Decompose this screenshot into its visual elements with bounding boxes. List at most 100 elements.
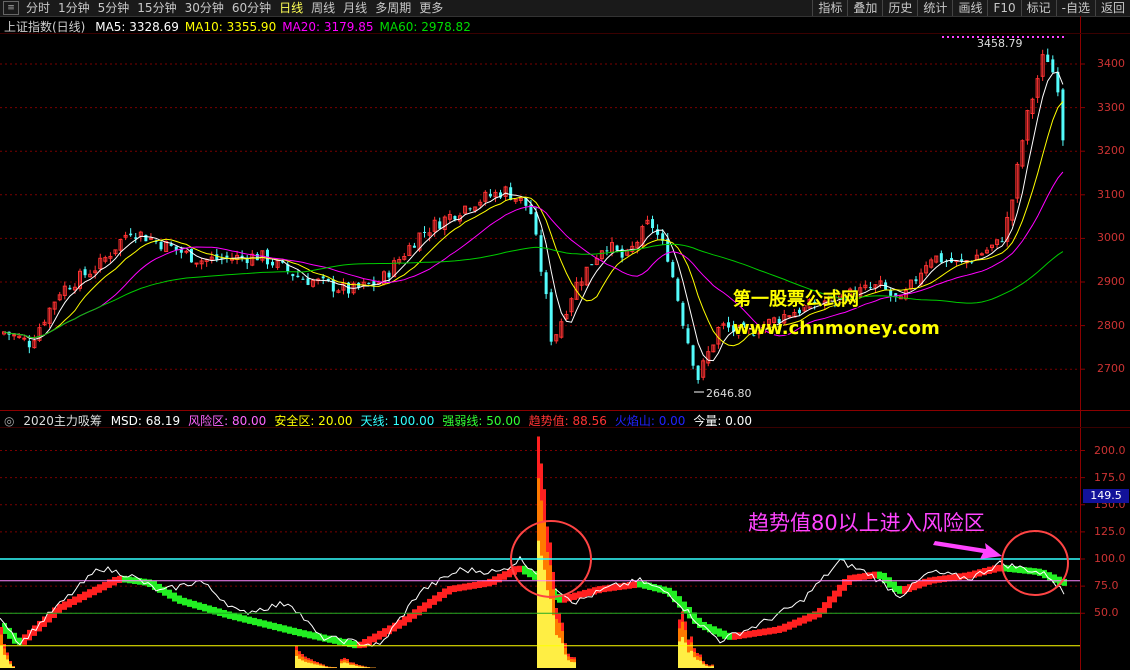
trend-segment <box>197 602 202 610</box>
trend-segment <box>57 603 62 614</box>
candle <box>88 269 93 278</box>
candle <box>83 266 87 278</box>
trend-segment <box>127 576 132 584</box>
candle <box>387 270 391 284</box>
trend-segment <box>422 602 427 612</box>
trend-segment <box>192 600 197 609</box>
trend-segment <box>202 603 207 612</box>
flame-tip <box>355 664 358 665</box>
trend-segment <box>802 615 807 624</box>
trend-segment <box>837 584 842 597</box>
flame-tip <box>690 636 693 643</box>
candle <box>513 198 518 204</box>
trend-segment <box>77 594 82 603</box>
candle <box>1051 55 1055 73</box>
trend-segment <box>402 616 407 626</box>
ind-tick-label: 200.0 <box>1094 443 1126 457</box>
highlight-circle <box>1001 530 1069 596</box>
trend-segment <box>157 583 162 593</box>
trend-segment <box>912 582 917 591</box>
trend-segment <box>297 629 302 637</box>
trend-segment <box>117 575 122 583</box>
trend-segment <box>827 596 832 609</box>
flame-tip <box>711 664 714 666</box>
trend-segment <box>187 599 192 607</box>
candle <box>108 252 113 263</box>
candle <box>645 215 650 225</box>
trend-segment <box>352 641 357 649</box>
candle <box>1005 211 1010 247</box>
candle <box>995 239 1000 249</box>
candle <box>499 189 503 199</box>
candle <box>57 291 62 302</box>
trend-segment <box>772 626 777 634</box>
candle <box>676 277 680 302</box>
candle <box>939 250 943 264</box>
annotation-arrow <box>933 541 1002 559</box>
trend-segment <box>857 573 862 581</box>
chart-canvas[interactable] <box>0 0 1130 670</box>
candle <box>691 344 695 370</box>
trend-segment <box>527 568 532 578</box>
candle <box>382 270 386 286</box>
candle <box>984 247 989 254</box>
trend-segment <box>887 577 892 588</box>
trend-segment <box>262 620 267 628</box>
candle <box>1061 88 1065 146</box>
trend-segment <box>277 624 282 632</box>
candle <box>934 255 939 264</box>
trend-segment <box>652 583 657 592</box>
candle <box>199 257 204 270</box>
trend-segment <box>517 565 522 573</box>
candle <box>423 226 427 238</box>
candle <box>594 254 599 266</box>
trend-segment <box>437 591 442 602</box>
flame-tip <box>307 658 310 661</box>
trend-segment <box>282 625 287 633</box>
trend-segment <box>97 584 102 593</box>
candle <box>554 334 559 344</box>
flame-tip <box>678 619 681 629</box>
trend-segment <box>317 633 322 641</box>
candle <box>727 316 731 332</box>
flame-tip <box>537 436 540 479</box>
candle <box>671 259 675 279</box>
trend-segment <box>967 571 972 579</box>
flame-tip <box>570 657 573 659</box>
flame-tip <box>316 662 319 664</box>
candle <box>412 242 416 248</box>
trend-segment <box>762 628 767 636</box>
trend-segment <box>182 597 187 606</box>
flame-tip <box>702 661 705 663</box>
flame-tip <box>6 652 9 656</box>
trend-segment <box>292 627 297 636</box>
candle <box>42 319 47 327</box>
candle <box>630 241 635 254</box>
candle <box>488 189 492 198</box>
candle <box>240 250 244 262</box>
flame-tip <box>310 659 313 661</box>
candle <box>974 249 979 261</box>
flame-tip <box>549 542 552 566</box>
ind-tick-label: 175.0 <box>1094 470 1126 484</box>
low-price-label: 2646.80 <box>706 387 752 400</box>
candle <box>209 251 214 264</box>
trend-segment <box>332 636 337 644</box>
trend-segment <box>442 588 447 598</box>
candle <box>62 281 67 300</box>
candle <box>579 277 584 291</box>
trend-segment <box>782 623 787 632</box>
candle <box>245 255 249 270</box>
trend-segment <box>777 625 782 633</box>
trend-segment <box>417 605 422 616</box>
candle <box>1025 109 1030 145</box>
risk-annotation: 趋势值80以上进入风险区 <box>748 511 985 535</box>
trend-segment <box>757 629 762 637</box>
ma20-line <box>3 171 1064 339</box>
trend-segment <box>227 611 232 619</box>
ind-tick-label: 100.0 <box>1094 552 1126 565</box>
trend-segment <box>792 619 797 628</box>
trend-segment <box>637 581 642 588</box>
flame-tip <box>543 489 546 522</box>
candle <box>129 228 133 237</box>
